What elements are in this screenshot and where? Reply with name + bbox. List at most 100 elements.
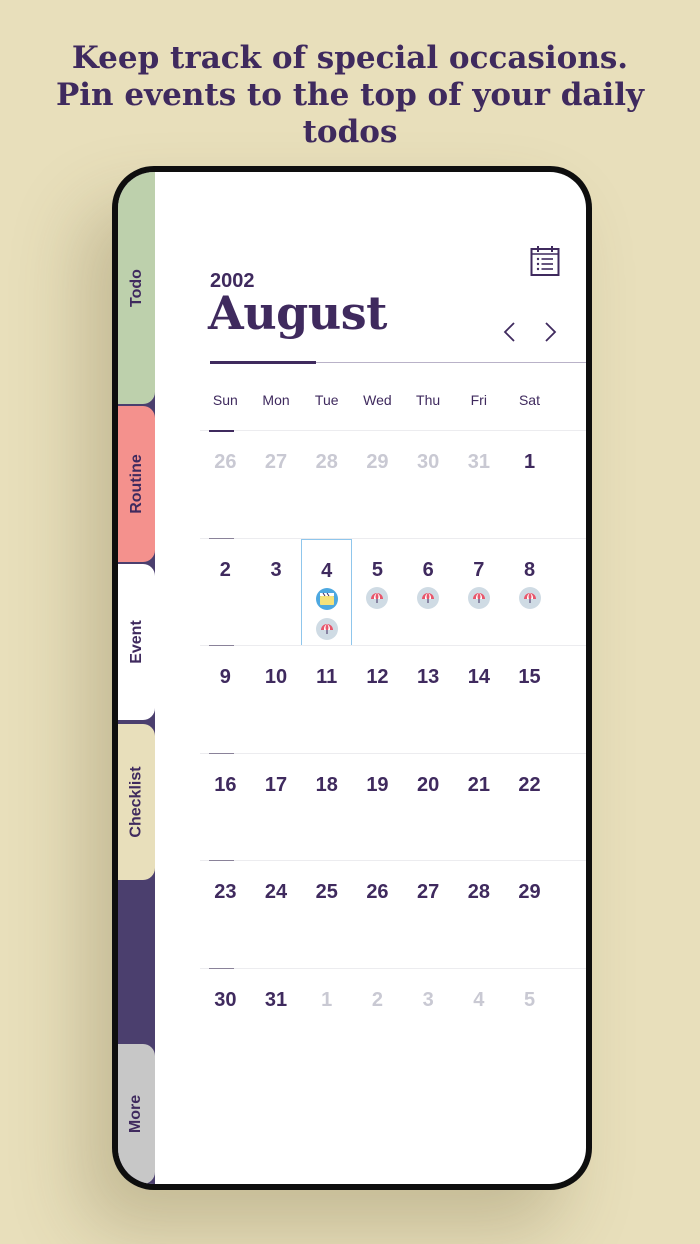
tab-more-label: More xyxy=(127,1094,145,1134)
tab-event-label: Event xyxy=(127,620,145,664)
day-number: 23 xyxy=(214,881,237,903)
umbrella-icon[interactable] xyxy=(417,586,440,609)
day-cell[interactable]: 3 xyxy=(403,969,454,1076)
day-cell[interactable]: 9 xyxy=(200,646,251,753)
day-number: 20 xyxy=(417,773,440,796)
day-cell[interactable]: 18 xyxy=(301,754,352,861)
day-cell[interactable]: 13 xyxy=(403,646,454,753)
day-cell[interactable]: 7 xyxy=(454,539,505,646)
day-cell[interactable]: 26 xyxy=(352,861,403,968)
day-number: 4 xyxy=(321,559,333,582)
day-cell[interactable]: 11 xyxy=(301,646,352,753)
day-cell[interactable]: 31 xyxy=(251,969,302,1076)
tab-routine[interactable]: Routine xyxy=(118,406,155,562)
day-number: 3 xyxy=(422,988,434,1011)
day-cell[interactable]: 28 xyxy=(301,431,352,538)
day-number: 10 xyxy=(264,666,288,688)
day-number: 15 xyxy=(518,666,541,688)
day-cell[interactable]: 28 xyxy=(454,861,505,968)
weekday-label: Sat xyxy=(518,392,540,408)
day-number: 8 xyxy=(523,558,536,581)
day-number: 7 xyxy=(473,558,485,581)
day-cell[interactable]: 27 xyxy=(403,861,454,968)
clapper-icon[interactable] xyxy=(315,587,338,610)
day-cell[interactable]: 26 xyxy=(200,431,251,538)
day-number: 24 xyxy=(264,881,288,903)
day-cell[interactable]: 12 xyxy=(352,646,403,753)
day-cell[interactable]: 31 xyxy=(454,431,505,538)
day-number: 30 xyxy=(417,451,440,473)
tab-todo[interactable]: Todo xyxy=(118,172,155,404)
headline-line-2: Pin events to the top of your daily xyxy=(55,77,645,113)
umbrella-icon[interactable] xyxy=(315,617,338,640)
week-row: 9 10 11 12 13 14 15 xyxy=(200,645,586,753)
week-row: 30 31 1 2 3 4 5 xyxy=(200,967,586,1076)
next-month-button[interactable] xyxy=(538,320,562,344)
tab-todo-label: Todo xyxy=(127,269,145,307)
day-cell[interactable]: 15 xyxy=(504,646,555,753)
tab-more[interactable]: More xyxy=(118,1044,155,1184)
week-row: 23 24 25 26 27 28 29 xyxy=(200,860,586,968)
day-number: 5 xyxy=(523,988,536,1011)
day-cell[interactable]: 22 xyxy=(504,754,555,861)
headline-line-3: todos xyxy=(302,114,398,150)
day-cell[interactable]: 3 xyxy=(251,539,302,646)
day-cell[interactable]: 1 xyxy=(504,431,555,538)
day-number: 11 xyxy=(316,666,338,688)
day-cell[interactable]: 5 xyxy=(352,539,403,646)
day-cell-selected[interactable]: 4 xyxy=(301,538,353,646)
weekday-label: Sun xyxy=(212,392,238,408)
day-cell[interactable]: 24 xyxy=(251,861,302,968)
week-row: 2 3 4 5 6 7 8 xyxy=(200,537,586,646)
day-number: 17 xyxy=(264,773,288,796)
day-cell[interactable]: 14 xyxy=(454,646,505,753)
weekday-label: Thu xyxy=(416,392,441,408)
event-badges xyxy=(454,586,505,609)
tab-event[interactable]: Event xyxy=(118,564,155,720)
day-cell[interactable]: 4 xyxy=(454,969,505,1076)
day-cell[interactable]: 2 xyxy=(352,969,403,1076)
side-tab-rail: Todo Routine Event Checklist More xyxy=(118,172,155,1184)
day-cell[interactable]: 25 xyxy=(301,861,352,968)
day-cell[interactable]: 29 xyxy=(504,861,555,968)
day-number: 6 xyxy=(422,558,434,581)
calendar-list-button[interactable] xyxy=(530,245,560,277)
day-cell[interactable]: 6 xyxy=(403,539,454,646)
weekday-label: Fri xyxy=(470,392,487,408)
header-divider-accent xyxy=(210,361,316,364)
day-cell[interactable]: 30 xyxy=(200,969,251,1076)
day-cell[interactable]: 21 xyxy=(454,754,505,861)
umbrella-icon[interactable] xyxy=(518,586,541,609)
tab-checklist[interactable]: Checklist xyxy=(118,724,155,880)
day-cell[interactable]: 19 xyxy=(352,754,403,861)
day-cell[interactable]: 29 xyxy=(352,431,403,538)
day-cell[interactable]: 30 xyxy=(403,431,454,538)
week-row: 26 27 28 29 30 31 1 xyxy=(200,430,586,538)
umbrella-icon[interactable] xyxy=(366,586,389,609)
day-cell[interactable]: 23 xyxy=(200,861,251,968)
day-cell[interactable]: 5 xyxy=(504,969,555,1076)
day-number: 5 xyxy=(371,558,383,581)
tab-routine-label: Routine xyxy=(127,454,145,514)
day-number: 1 xyxy=(321,988,333,1011)
umbrella-icon[interactable] xyxy=(467,586,490,609)
day-number: 9 xyxy=(219,666,231,688)
day-number: 19 xyxy=(366,773,389,796)
day-cell[interactable]: 8 xyxy=(504,539,555,646)
day-cell[interactable]: 2 xyxy=(200,539,251,646)
day-cell[interactable]: 16 xyxy=(200,754,251,861)
day-number: 28 xyxy=(315,451,338,473)
previous-month-button[interactable] xyxy=(498,320,522,344)
phone-frame: Todo Routine Event Checklist More 2002 A… xyxy=(112,166,592,1190)
day-cell[interactable]: 27 xyxy=(251,431,302,538)
day-cell[interactable]: 20 xyxy=(403,754,454,861)
headline: Keep track of special occasions. Pin eve… xyxy=(0,40,700,151)
day-number: 27 xyxy=(264,451,288,473)
day-cell[interactable]: 10 xyxy=(251,646,302,753)
event-badges xyxy=(504,586,555,609)
day-number: 31 xyxy=(264,988,288,1011)
day-cell[interactable]: 17 xyxy=(251,754,302,861)
day-number: 4 xyxy=(473,988,485,1011)
day-cell[interactable]: 1 xyxy=(301,969,352,1076)
event-badges xyxy=(352,586,403,609)
